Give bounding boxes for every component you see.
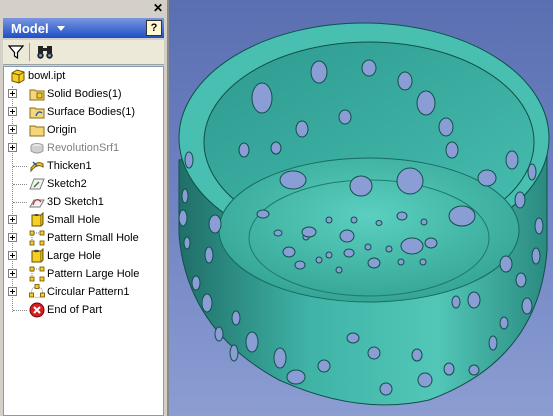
tree-item-label: 3D Sketch1 <box>47 196 104 208</box>
filter-icon[interactable] <box>8 44 24 60</box>
panel-top-strip: ✕ <box>0 0 167 18</box>
rect-pattern-icon <box>29 266 45 282</box>
expand-icon[interactable] <box>8 125 17 134</box>
thicken-icon <box>30 161 44 173</box>
tree-item-label: bowl.ipt <box>28 70 66 82</box>
tree-item-surface-bodies[interactable]: Surface Bodies(1) <box>4 103 164 121</box>
close-icon[interactable]: ✕ <box>152 2 164 14</box>
tree-item-revolutionsrf1[interactable]: RevolutionSrf1 <box>4 139 164 157</box>
end-of-part-icon <box>29 302 45 318</box>
binoculars-icon[interactable] <box>36 44 54 60</box>
perforated-bowl-model[interactable] <box>169 0 553 416</box>
tree-item-small-hole[interactable]: Small Hole <box>4 211 164 229</box>
expand-icon[interactable] <box>8 251 17 260</box>
part-icon <box>11 69 25 84</box>
tree-item-sketch2[interactable]: Sketch2 <box>4 175 164 193</box>
hole-icon <box>31 248 44 263</box>
browser-title[interactable]: Model <box>11 21 49 36</box>
tree-item-label: Circular Pattern1 <box>47 286 130 298</box>
browser-title-bar[interactable]: Model ? <box>3 18 164 38</box>
sketch-icon <box>29 178 45 190</box>
tree-item-label: Sketch2 <box>47 178 87 190</box>
surface-bodies-folder-icon <box>29 107 45 119</box>
expand-icon[interactable] <box>8 107 17 116</box>
model-browser-panel: ✕ Model ? bowl.ipt Solid Bodies(1) Surfa… <box>0 0 167 416</box>
browser-toolbar <box>3 40 164 65</box>
rect-pattern-icon <box>29 230 45 246</box>
tree-item-label: Pattern Large Hole <box>47 268 140 280</box>
hole-icon <box>31 212 44 227</box>
tree-item-pattern-large-hole[interactable]: Pattern Large Hole <box>4 265 164 283</box>
expand-icon[interactable] <box>8 89 17 98</box>
tree-item-label: Surface Bodies(1) <box>47 106 136 118</box>
tree-item-3d-sketch1[interactable]: 3D Sketch1 <box>4 193 164 211</box>
tree-item-label: Origin <box>47 124 77 136</box>
expand-icon[interactable] <box>8 143 17 152</box>
folder-icon <box>29 125 45 137</box>
tree-item-end-of-part[interactable]: End of Part <box>4 301 164 319</box>
tree-item-pattern-small-hole[interactable]: Pattern Small Hole <box>4 229 164 247</box>
help-button[interactable]: ? <box>146 20 162 36</box>
tree-item-label: RevolutionSrf1 <box>47 142 120 154</box>
tree-item-large-hole[interactable]: Large Hole <box>4 247 164 265</box>
model-tree: bowl.ipt Solid Bodies(1) Surface Bodies(… <box>3 66 164 416</box>
tree-item-solid-bodies[interactable]: Solid Bodies(1) <box>4 85 164 103</box>
tree-item-label: Solid Bodies(1) <box>47 88 122 100</box>
tree-item-label: End of Part <box>47 304 103 316</box>
tree-item-circular-pattern1[interactable]: Circular Pattern1 <box>4 283 164 301</box>
graphics-viewport[interactable] <box>167 0 553 416</box>
revolution-icon <box>30 143 44 154</box>
solid-bodies-folder-icon <box>29 89 45 101</box>
toolbar-divider <box>29 43 30 61</box>
tree-item-label: Small Hole <box>47 214 101 226</box>
tree-item-label: Large Hole <box>47 250 101 262</box>
tree-item-label: Thicken1 <box>47 160 92 172</box>
circular-pattern-icon <box>29 284 45 298</box>
tree-item-thicken1[interactable]: Thicken1 <box>4 157 164 175</box>
tree-item-label: Pattern Small Hole <box>47 232 139 244</box>
expand-icon[interactable] <box>8 287 17 296</box>
tree-item-origin[interactable]: Origin <box>4 121 164 139</box>
expand-icon[interactable] <box>8 233 17 242</box>
3d-sketch-icon <box>29 199 45 208</box>
tree-item-bowl-ipt[interactable]: bowl.ipt <box>4 67 164 85</box>
chevron-down-icon[interactable] <box>57 26 65 31</box>
expand-icon[interactable] <box>8 269 17 278</box>
expand-icon[interactable] <box>8 215 17 224</box>
